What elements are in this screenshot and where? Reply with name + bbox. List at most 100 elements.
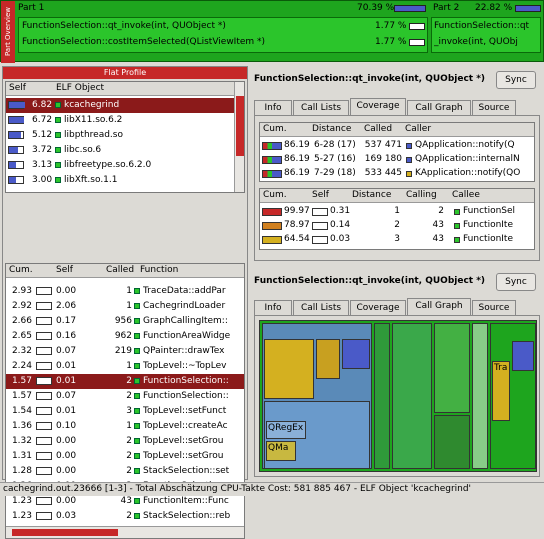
called-value: 3: [126, 406, 132, 416]
function-row[interactable]: 1.23 0.00 43 FunctionItem::Func: [6, 494, 244, 509]
function-row[interactable]: 2.32 0.07 219 QPainter::drawTex: [6, 344, 244, 359]
caller-list[interactable]: Cum. Distance Called Caller 86.19 6-28 (1…: [259, 122, 535, 182]
callee-col-callee[interactable]: Callee: [452, 190, 480, 200]
function-name: FunctionItem::Func: [143, 496, 229, 506]
bottom-tab-call-lists[interactable]: Call Lists: [293, 300, 349, 316]
treemap-block[interactable]: [264, 339, 314, 399]
treemap-block[interactable]: [392, 323, 432, 469]
callee-list[interactable]: Cum. Self Distance Calling Callee 99.97 0…: [259, 188, 535, 250]
function-hscrollbar[interactable]: [6, 526, 244, 538]
called-value: 1: [126, 286, 132, 296]
function-row[interactable]: 1.57 0.01 2 FunctionSelection::: [6, 374, 244, 389]
function-row[interactable]: 1.23 0.03 2 StackSelection::reb: [6, 509, 244, 524]
self-bar: [36, 407, 52, 415]
function-list[interactable]: Cum. Self Called Function 2.93 0.00 1 Trace…: [5, 263, 245, 539]
self-bar-fill: [9, 162, 16, 168]
callee-row[interactable]: 99.97 0.31 1 2 FunctionSel: [260, 205, 534, 219]
elf-object-row[interactable]: 6.82 kcachegrind: [6, 98, 234, 113]
caller-col-caller[interactable]: Caller: [405, 124, 431, 134]
function-row[interactable]: 1.36 0.10 1 TopLevel::createAc: [6, 419, 244, 434]
bottom-tab-call-graph[interactable]: Call Graph: [407, 298, 471, 316]
function-row[interactable]: 1.57 0.07 2 FunctionSelection::: [6, 389, 244, 404]
caller-col-called[interactable]: Called: [364, 124, 392, 134]
self-bar: [312, 236, 328, 244]
function-row[interactable]: 2.93 0.00 1 TraceData::addPar: [6, 284, 244, 299]
treemap-block[interactable]: [342, 339, 370, 369]
treemap-block[interactable]: [434, 415, 470, 469]
caller-col-distance[interactable]: Distance: [312, 124, 351, 134]
col-cum-header[interactable]: Cum.: [9, 265, 33, 275]
function-row[interactable]: 2.65 0.16 962 FunctionAreaWidge: [6, 329, 244, 344]
bottom-sync-button[interactable]: Sync: [496, 273, 536, 291]
col-elf-object-header[interactable]: ELF Object: [56, 83, 104, 93]
part2-bar: [515, 5, 541, 12]
col-self-header[interactable]: Self: [9, 83, 26, 93]
function-name: FunctionAreaWidge: [143, 331, 231, 341]
function-name: TopLevel::setGrou: [143, 436, 224, 446]
elf-object-row[interactable]: 6.72 libX11.so.6.2: [6, 113, 234, 128]
elf-object-row[interactable]: 3.72 libc.so.6: [6, 143, 234, 158]
function-row[interactable]: 2.24 0.01 1 TopLevel::~TopLev: [6, 359, 244, 374]
overview-right-line-2: _invoke(int, QUObj: [434, 37, 518, 47]
elf-object-row[interactable]: 5.12 libpthread.so: [6, 128, 234, 143]
part2-area[interactable]: FunctionSelection::qt _invoke(int, QUObj: [431, 17, 541, 53]
top-tab-coverage[interactable]: Coverage: [350, 98, 406, 116]
callee-col-calling[interactable]: Calling: [406, 190, 437, 200]
cum-value: 1.23: [11, 511, 32, 521]
self-value: 0.14: [330, 220, 351, 230]
callee-col-distance[interactable]: Distance: [352, 190, 391, 200]
callee-col-cum[interactable]: Cum.: [263, 190, 287, 200]
top-tab-call-graph[interactable]: Call Graph: [407, 100, 471, 116]
self-bar: [36, 392, 52, 400]
treemap-block[interactable]: [472, 323, 488, 469]
treemap-block[interactable]: [374, 323, 390, 469]
object-name: libpthread.so: [64, 130, 123, 140]
self-bar: [36, 287, 52, 295]
col-function-header[interactable]: Function: [140, 265, 178, 275]
function-row[interactable]: 1.28 0.00 2 StackSelection::set: [6, 464, 244, 479]
caller-row[interactable]: 86.19 5-27 (16) 169 180 QApplication::inter…: [260, 153, 534, 167]
function-row[interactable]: 2.92 2.06 1 CachegrindLoader: [6, 299, 244, 314]
bottom-tab-info[interactable]: Info: [254, 300, 292, 316]
elf-object-row[interactable]: 3.00 libXft.so.1.1: [6, 173, 234, 188]
bottom-tab-source[interactable]: Source: [472, 300, 516, 316]
top-tab-info[interactable]: Info: [254, 100, 292, 116]
function-color-icon: [134, 438, 140, 444]
flat-profile-title: Flat Profile: [3, 67, 247, 79]
top-sync-button[interactable]: Sync: [496, 71, 536, 89]
treemap-block[interactable]: [316, 339, 340, 379]
top-tab-source[interactable]: Source: [472, 100, 516, 116]
self-bar: [36, 317, 52, 325]
col-called-header[interactable]: Called: [106, 265, 134, 275]
function-row[interactable]: 2.66 0.17 956 GraphCallingItem::: [6, 314, 244, 329]
bottom-tab-coverage[interactable]: Coverage: [350, 300, 406, 316]
caller-row[interactable]: 86.19 6-28 (17) 537 471 QApplication::notif…: [260, 139, 534, 153]
caller-row[interactable]: 86.19 7-29 (18) 533 445 KApplication::notif…: [260, 167, 534, 181]
treemap-block[interactable]: [434, 323, 470, 413]
callee-row[interactable]: 64.54 0.03 3 43 FunctionIte: [260, 233, 534, 247]
called-value: 2: [126, 436, 132, 446]
callee-color-icon: [454, 209, 460, 215]
function-row[interactable]: 1.32 0.00 2 TopLevel::setGrou: [6, 434, 244, 449]
top-tab-call-lists[interactable]: Call Lists: [293, 100, 349, 116]
callee-row[interactable]: 78.97 0.14 2 43 FunctionIte: [260, 219, 534, 233]
function-hscroll-thumb[interactable]: [12, 529, 118, 536]
callee-col-self[interactable]: Self: [312, 190, 329, 200]
call-graph-treemap[interactable]: QRegEx QMa Tra: [259, 320, 537, 472]
part1-area[interactable]: FunctionSelection::qt_invoke(int, QUObje…: [18, 17, 428, 53]
caller-col-cum[interactable]: Cum.: [263, 124, 287, 134]
elf-object-scroll-thumb[interactable]: [236, 96, 244, 156]
overview-row-2-bar: [409, 39, 425, 46]
caller-name: QApplication::notify(Q: [415, 140, 515, 150]
elf-object-list[interactable]: Self ELF Object 6.82 kcachegrind 6.72 libX1…: [5, 81, 245, 193]
function-row[interactable]: 1.31 0.00 2 TopLevel::setGrou: [6, 449, 244, 464]
callee-color-icon: [454, 237, 460, 243]
function-color-icon: [134, 318, 140, 324]
treemap-block[interactable]: [512, 341, 534, 371]
cum-value: 64.54: [284, 234, 310, 244]
elf-object-row[interactable]: 3.13 libfreetype.so.6.2.0: [6, 158, 234, 173]
elf-object-scrollbar[interactable]: [234, 82, 244, 192]
self-bar: [36, 362, 52, 370]
function-row[interactable]: 1.54 0.01 3 TopLevel::setFunct: [6, 404, 244, 419]
col-self-header[interactable]: Self: [56, 265, 73, 275]
